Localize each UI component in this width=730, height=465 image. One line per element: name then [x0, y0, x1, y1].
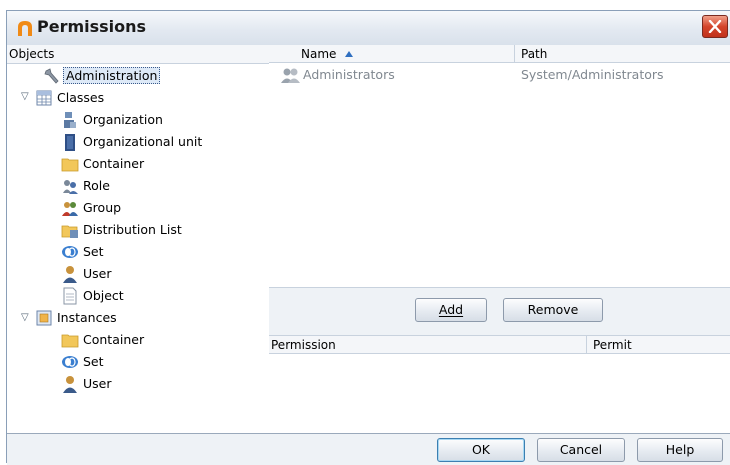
tree-item-label: Object — [83, 288, 124, 303]
classes-grid-icon — [36, 90, 52, 106]
remove-button-label: Remove — [527, 302, 579, 317]
wrench-icon — [44, 68, 59, 84]
object-icon — [63, 287, 77, 305]
tree-item-label: Organization — [83, 112, 163, 127]
close-icon — [708, 20, 722, 33]
set-icon — [62, 246, 78, 258]
group-icon — [281, 68, 300, 83]
app-logo-icon — [18, 21, 32, 36]
permission-column-header[interactable]: Permission — [269, 336, 587, 354]
tree-item-label: Administration — [63, 67, 161, 84]
remove-button[interactable]: Remove — [503, 298, 603, 322]
ok-button[interactable]: OK — [437, 438, 525, 462]
title-bar: Permissions — [7, 11, 730, 46]
path-column-label: Path — [521, 47, 548, 61]
instances-icon — [36, 310, 52, 326]
collapse-instances-icon[interactable]: ▽ — [21, 312, 31, 323]
name-column-label: Name — [301, 47, 337, 61]
help-button-label: Help — [665, 442, 695, 457]
ok-button-label: OK — [471, 442, 491, 457]
permission-column-label: Permission — [271, 338, 336, 352]
tree-item-label: User — [83, 266, 112, 281]
member-name: Administrators — [303, 67, 395, 82]
tree-item-label: Instances — [57, 310, 117, 325]
dialog-footer: OK Cancel Help — [7, 433, 730, 465]
folder-icon — [61, 334, 79, 348]
permissions-table[interactable]: Permission Permit — [269, 335, 730, 434]
tree-item-label: User — [83, 376, 112, 391]
set-icon — [62, 356, 78, 368]
tree-item-label: Container — [83, 156, 145, 171]
user-icon — [63, 266, 77, 283]
member-path: System/Administrators — [521, 67, 664, 82]
collapse-classes-icon[interactable]: ▽ — [21, 91, 31, 102]
tree-item-label: Group — [83, 200, 122, 215]
close-button[interactable] — [702, 15, 728, 38]
organization-icon — [64, 112, 76, 128]
cancel-button-label: Cancel — [559, 442, 603, 457]
help-button[interactable]: Help — [637, 438, 723, 462]
path-column-header[interactable]: Path — [515, 45, 730, 63]
sort-ascending-icon — [345, 51, 353, 57]
tree-item-label: Role — [83, 178, 110, 193]
tree-item-label: Set — [83, 354, 104, 369]
window-title: Permissions — [37, 17, 147, 36]
tree-item-label: Container — [83, 332, 145, 347]
tree-item-label: Set — [83, 244, 104, 259]
tree-item-label: Classes — [57, 90, 105, 105]
group-icon — [62, 202, 78, 216]
organizational-unit-icon — [65, 134, 75, 151]
member-actions-bar: Add Remove — [269, 287, 730, 336]
role-icon — [63, 180, 78, 194]
distribution-list-icon — [61, 225, 78, 238]
members-row[interactable]: Administrators System/Administrators — [269, 65, 730, 85]
cancel-button[interactable]: Cancel — [537, 438, 625, 462]
members-list-pane[interactable]: Name Path Administrators System/Administ… — [269, 45, 730, 287]
objects-tree-pane[interactable]: Objects Administration ▽ Classes Organiz… — [7, 45, 270, 433]
permit-column-header[interactable]: Permit — [587, 336, 730, 354]
user-icon — [63, 376, 77, 393]
objects-header-label: Objects — [9, 47, 55, 61]
permissions-dialog: Permissions Objects Administration ▽ Cla… — [6, 10, 730, 465]
objects-header: Objects — [7, 45, 269, 64]
tree-item-label: Distribution List — [83, 222, 182, 237]
folder-icon — [61, 158, 79, 172]
add-button[interactable]: Add — [415, 298, 487, 322]
name-column-header[interactable]: Name — [269, 45, 515, 63]
permit-column-label: Permit — [593, 338, 632, 352]
add-button-label: Add — [438, 302, 464, 317]
tree-item-label: Organizational unit — [83, 134, 203, 149]
